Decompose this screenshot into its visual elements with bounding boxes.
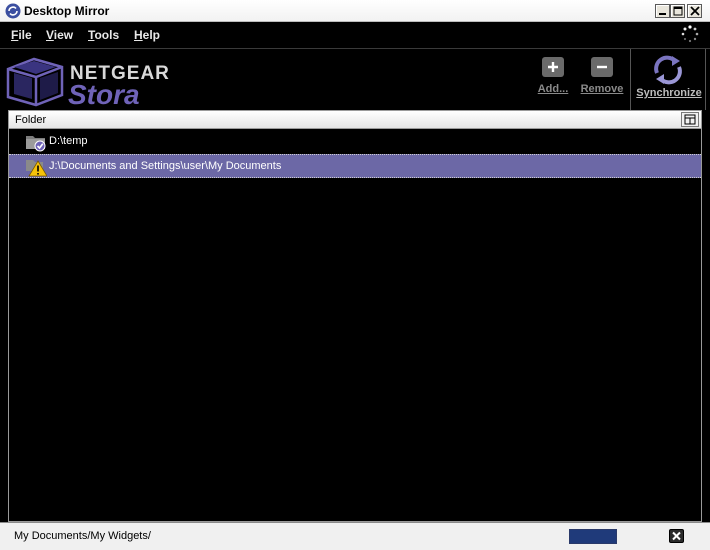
busy-spinner-icon: [681, 25, 699, 43]
folder-row[interactable]: D:\temp: [9, 130, 701, 154]
plus-icon: [542, 57, 564, 77]
maximize-button[interactable]: [670, 4, 685, 18]
remove-button-label: Remove: [580, 83, 624, 95]
folder-list[interactable]: Folder D:\temp J:\Documents and Settings…: [8, 110, 702, 522]
menu-view[interactable]: View: [46, 28, 73, 42]
add-button-label: Add...: [537, 83, 569, 95]
title-bar: Desktop Mirror: [0, 0, 710, 22]
logo-product: Stora: [68, 79, 140, 110]
column-header-label: Folder: [15, 114, 47, 126]
cancel-operation-button[interactable]: [669, 529, 684, 543]
status-bar: My Documents/My Widgets/: [0, 522, 710, 550]
folder-check-icon: [26, 136, 46, 152]
minimize-button[interactable]: [655, 4, 670, 18]
close-icon: [690, 6, 700, 16]
add-button[interactable]: Add...: [530, 57, 576, 95]
minimize-icon: [659, 13, 666, 15]
synchronize-icon: [654, 55, 682, 85]
menu-bar: File View Tools Help: [0, 22, 710, 48]
status-text: My Documents/My Widgets/: [14, 530, 151, 542]
app-icon: [5, 3, 21, 19]
folder-row-selected[interactable]: J:\Documents and Settings\user\My Docume…: [9, 154, 701, 178]
folder-path: D:\temp: [49, 135, 88, 147]
column-chooser-icon: [684, 114, 696, 125]
progress-fill: [570, 530, 616, 543]
close-button[interactable]: [687, 4, 702, 18]
menu-file[interactable]: File: [11, 28, 32, 42]
column-chooser-button[interactable]: [681, 112, 699, 127]
netgear-stora-logo: NETGEAR Stora: [4, 55, 174, 110]
remove-button[interactable]: Remove: [579, 57, 625, 95]
window-title: Desktop Mirror: [24, 4, 110, 18]
folder-path: J:\Documents and Settings\user\My Docume…: [49, 160, 282, 172]
stora-cube-icon: [6, 57, 64, 107]
progress-bar: [569, 529, 617, 544]
synchronize-button-label: Synchronize: [636, 87, 702, 99]
synchronize-button[interactable]: Synchronize: [630, 49, 706, 110]
toolbar: NETGEAR Stora Add... Remove Synchronize: [0, 48, 710, 110]
menu-help[interactable]: Help: [134, 28, 160, 42]
folder-column-header[interactable]: Folder: [9, 111, 701, 129]
minus-icon: [591, 57, 613, 77]
maximize-icon: [673, 6, 683, 16]
close-icon: [672, 531, 681, 541]
warning-icon: [26, 160, 47, 177]
menu-tools[interactable]: Tools: [88, 28, 119, 42]
